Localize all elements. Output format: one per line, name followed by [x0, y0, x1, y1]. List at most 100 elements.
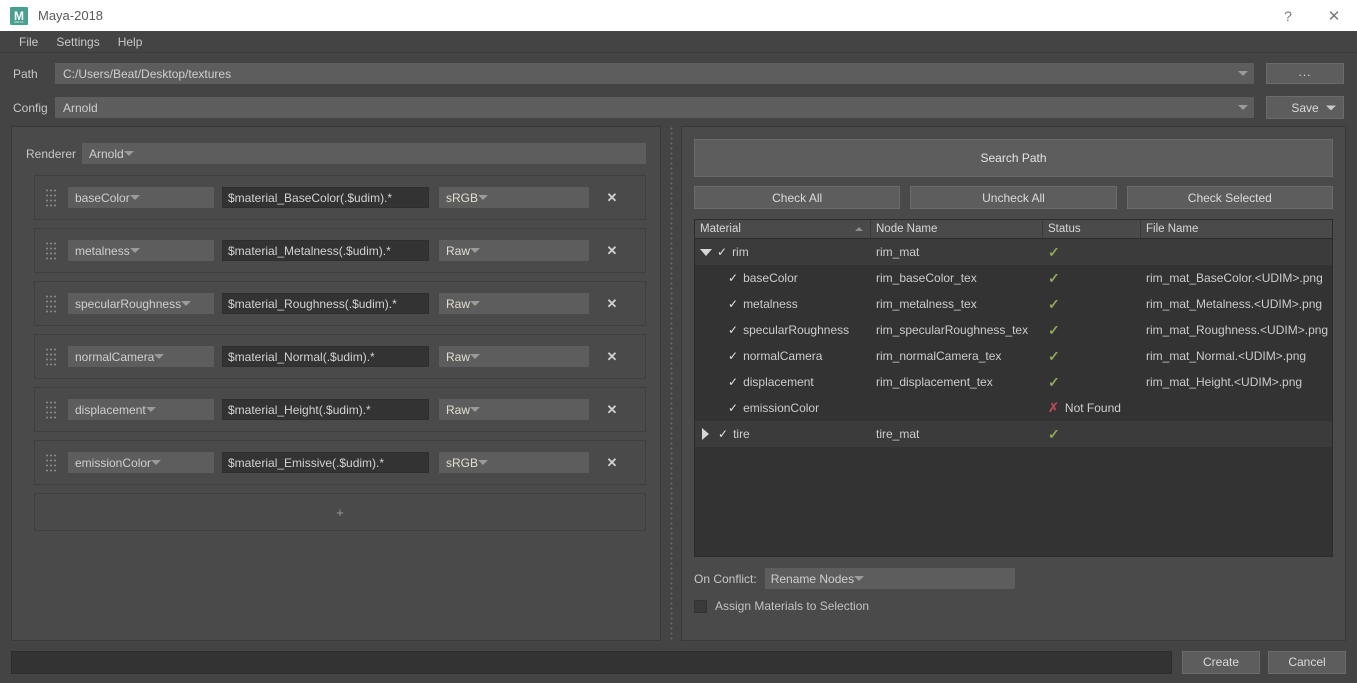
row-checkbox-icon[interactable]: ✓ — [728, 375, 738, 389]
colorspace-dropdown-button[interactable] — [478, 460, 489, 465]
channel-row[interactable]: metalness $material_Metalness(.$udim).* Ra… — [34, 228, 646, 273]
column-header-material[interactable]: Material — [695, 220, 871, 238]
channel-row[interactable]: specularRoughness $material_Roughness(.$u… — [34, 281, 646, 326]
drag-handle-icon[interactable] — [45, 452, 56, 473]
remove-channel-button[interactable]: ✕ — [599, 344, 625, 370]
remove-channel-button[interactable]: ✕ — [599, 291, 625, 317]
drag-handle-icon[interactable] — [45, 240, 56, 261]
channel-pattern-input[interactable]: $material_BaseColor(.$udim).* — [222, 187, 429, 208]
colorspace-combo[interactable]: sRGB — [439, 187, 589, 208]
channel-name-combo[interactable]: emissionColor — [68, 452, 214, 473]
column-header-status[interactable]: Status — [1043, 220, 1141, 238]
tree-cell-material[interactable]: ✓ displacement — [695, 369, 871, 395]
config-dropdown-button[interactable] — [1233, 98, 1253, 117]
tree-cell-material[interactable]: ✓ specularRoughness — [695, 317, 871, 343]
check-all-button[interactable]: Check All — [694, 186, 901, 209]
menu-item-settings[interactable]: Settings — [47, 31, 108, 53]
colorspace-dropdown-button[interactable] — [478, 195, 489, 200]
tree-row[interactable]: ✓ normalCamera rim_normalCamera_tex ✓ rim_ma… — [695, 343, 1332, 369]
cancel-button[interactable]: Cancel — [1268, 650, 1346, 674]
channel-name-dropdown-button[interactable] — [151, 460, 162, 465]
tree-row[interactable]: ✓ baseColor rim_baseColor_tex ✓ rim_mat_Base… — [695, 265, 1332, 291]
channel-row[interactable]: baseColor $material_BaseColor(.$udim).* sR… — [34, 175, 646, 220]
expand-arrow-closed-icon[interactable] — [702, 428, 709, 440]
tree-cell-material[interactable]: ✓ rim — [695, 239, 871, 265]
splitter-grip[interactable] — [669, 126, 673, 641]
remove-channel-button[interactable]: ✕ — [599, 397, 625, 423]
colorspace-combo[interactable]: Raw — [439, 346, 589, 367]
renderer-combo[interactable]: Arnold — [82, 143, 646, 164]
assign-materials-row[interactable]: Assign Materials to Selection — [694, 599, 1333, 613]
tree-cell-material[interactable]: ✓ emissionColor — [695, 395, 871, 421]
remove-channel-button[interactable]: ✕ — [599, 238, 625, 264]
channel-name-combo[interactable]: normalCamera — [68, 346, 214, 367]
tree-row[interactable]: ✓ tire tire_mat ✓ — [695, 421, 1332, 447]
remove-channel-button[interactable]: ✕ — [599, 450, 625, 476]
colorspace-combo[interactable]: Raw — [439, 399, 589, 420]
config-combo[interactable]: Arnold — [55, 97, 1254, 118]
path-combo[interactable]: C:/Users/Beat/Desktop/textures — [55, 63, 1254, 84]
uncheck-all-button[interactable]: Uncheck All — [910, 186, 1117, 209]
row-checkbox-icon[interactable]: ✓ — [718, 427, 728, 441]
channel-name-dropdown-button[interactable] — [145, 407, 156, 412]
column-header-node-name[interactable]: Node Name — [871, 220, 1043, 238]
colorspace-dropdown-button[interactable] — [470, 407, 481, 412]
row-checkbox-icon[interactable]: ✓ — [728, 271, 738, 285]
channel-name-combo[interactable]: specularRoughness — [68, 293, 214, 314]
colorspace-dropdown-button[interactable] — [470, 354, 481, 359]
panel-splitter[interactable] — [661, 126, 681, 641]
tree-cell-material[interactable]: ✓ normalCamera — [695, 343, 871, 369]
on-conflict-combo[interactable]: Rename Nodes — [764, 568, 1015, 589]
colorspace-combo[interactable]: Raw — [439, 293, 589, 314]
menu-item-file[interactable]: File — [10, 31, 47, 53]
drag-handle-icon[interactable] — [45, 346, 56, 367]
tree-row[interactable]: ✓ displacement rim_displacement_tex ✓ rim_ma… — [695, 369, 1332, 395]
drag-handle-icon[interactable] — [45, 293, 56, 314]
drag-handle-icon[interactable] — [45, 187, 56, 208]
row-checkbox-icon[interactable]: ✓ — [728, 297, 738, 311]
row-checkbox-icon[interactable]: ✓ — [728, 401, 738, 415]
tree-row[interactable]: ✓ metalness rim_metalness_tex ✓ rim_mat_Meta… — [695, 291, 1332, 317]
tree-row[interactable]: ✓ rim rim_mat ✓ — [695, 239, 1332, 265]
channel-pattern-input[interactable]: $material_Height(.$udim).* — [222, 399, 429, 420]
tree-cell-material[interactable]: ✓ tire — [695, 421, 871, 447]
help-icon[interactable]: ? — [1265, 0, 1311, 31]
channel-pattern-input[interactable]: $material_Metalness(.$udim).* — [222, 240, 429, 261]
create-button[interactable]: Create — [1182, 650, 1260, 674]
channel-row[interactable]: displacement $material_Height(.$udim).* Ra… — [34, 387, 646, 432]
on-conflict-dropdown-button[interactable] — [854, 576, 865, 581]
channel-name-dropdown-button[interactable] — [154, 354, 165, 359]
channel-name-dropdown-button[interactable] — [181, 301, 192, 306]
close-icon[interactable]: ✕ — [1311, 0, 1357, 31]
expand-arrow-open-icon[interactable] — [700, 248, 712, 256]
channel-pattern-input[interactable]: $material_Normal(.$udim).* — [222, 346, 429, 367]
browse-button[interactable]: ... — [1266, 63, 1344, 84]
channel-name-dropdown-button[interactable] — [129, 195, 140, 200]
colorspace-dropdown-button[interactable] — [470, 248, 481, 253]
renderer-dropdown-button[interactable] — [123, 151, 134, 156]
menu-item-help[interactable]: Help — [109, 31, 152, 53]
save-button[interactable]: Save — [1266, 96, 1344, 119]
remove-channel-button[interactable]: ✕ — [599, 185, 625, 211]
search-path-button[interactable]: Search Path — [694, 139, 1333, 177]
channel-name-combo[interactable]: displacement — [68, 399, 214, 420]
row-checkbox-icon[interactable]: ✓ — [717, 245, 727, 259]
colorspace-dropdown-button[interactable] — [470, 301, 481, 306]
channel-pattern-input[interactable]: $material_Roughness(.$udim).* — [222, 293, 429, 314]
row-checkbox-icon[interactable]: ✓ — [728, 323, 738, 337]
add-channel-row[interactable]: + — [34, 493, 646, 531]
channel-name-combo[interactable]: metalness — [68, 240, 214, 261]
column-header-file-name[interactable]: File Name — [1141, 220, 1332, 238]
assign-materials-checkbox[interactable] — [694, 599, 707, 613]
tree-cell-material[interactable]: ✓ baseColor — [695, 265, 871, 291]
channel-name-dropdown-button[interactable] — [129, 248, 140, 253]
channel-name-combo[interactable]: baseColor — [68, 187, 214, 208]
channel-pattern-input[interactable]: $material_Emissive(.$udim).* — [222, 452, 429, 473]
row-checkbox-icon[interactable]: ✓ — [728, 349, 738, 363]
tree-row[interactable]: ✓ specularRoughness rim_specularRoughness_… — [695, 317, 1332, 343]
path-dropdown-button[interactable] — [1233, 64, 1253, 83]
colorspace-combo[interactable]: Raw — [439, 240, 589, 261]
drag-handle-icon[interactable] — [45, 399, 56, 420]
tree-row[interactable]: ✓ emissionColor ✗ Not Found — [695, 395, 1332, 421]
colorspace-combo[interactable]: sRGB — [439, 452, 589, 473]
